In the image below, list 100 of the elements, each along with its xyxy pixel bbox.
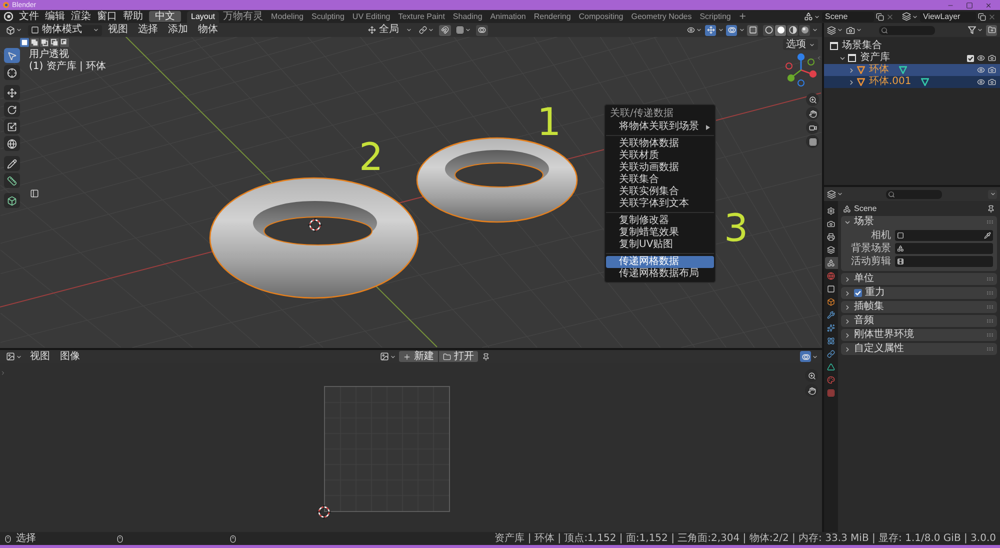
properties-tab[interactable] bbox=[824, 205, 838, 217]
menu-item[interactable]: 将物体关联到场景 bbox=[606, 121, 714, 133]
menu-item[interactable]: 图像 bbox=[56, 351, 84, 362]
navigation-button[interactable] bbox=[806, 93, 819, 106]
navigation-button[interactable] bbox=[806, 107, 819, 120]
copy-icon[interactable] bbox=[978, 12, 986, 20]
eyedropper-icon[interactable] bbox=[984, 232, 991, 239]
tool-button[interactable] bbox=[4, 65, 20, 80]
scene-name-field[interactable]: Scene bbox=[822, 12, 874, 22]
panel-header[interactable]: 自定义属性 bbox=[841, 343, 997, 355]
select-mode-button[interactable] bbox=[20, 38, 29, 46]
select-mode-button[interactable] bbox=[60, 38, 69, 46]
menu-item[interactable]: 关联动画数据 bbox=[606, 162, 714, 174]
workspace-tab[interactable]: Geometry Nodes bbox=[627, 11, 696, 23]
panel-header[interactable]: 单位 bbox=[841, 273, 997, 285]
proportional-edit-button[interactable] bbox=[476, 24, 488, 36]
menu-item[interactable]: 窗口 bbox=[94, 10, 120, 22]
checkbox[interactable] bbox=[854, 289, 862, 297]
object-field[interactable] bbox=[895, 256, 993, 267]
tool-button[interactable] bbox=[4, 136, 20, 151]
menu-item[interactable]: 关联物体数据 bbox=[606, 138, 714, 150]
properties-tab[interactable] bbox=[824, 335, 838, 347]
toggle-button[interactable] bbox=[705, 24, 716, 36]
open-image-button[interactable]: 打开 bbox=[439, 351, 478, 362]
menu-item[interactable]: 关联实例集合 bbox=[606, 186, 714, 198]
menu-item[interactable]: 关联字体到文本 bbox=[606, 198, 714, 210]
snap-button[interactable] bbox=[439, 24, 451, 36]
camera-icon[interactable] bbox=[988, 78, 996, 86]
select-mode-button[interactable] bbox=[50, 38, 59, 46]
image-editor[interactable]: 视图 图像 新建 打开 bbox=[0, 350, 822, 532]
outliner-item[interactable]: 场景集合 bbox=[824, 40, 1000, 52]
overlays-toggle-button[interactable] bbox=[800, 351, 811, 362]
menu-item[interactable]: 渲染 bbox=[68, 10, 94, 22]
properties-tab[interactable] bbox=[824, 309, 838, 321]
properties-tab[interactable] bbox=[824, 348, 838, 360]
orientation-dropdown[interactable]: 全局 bbox=[366, 24, 414, 36]
workspace-tab[interactable]: Sculpting bbox=[308, 11, 348, 23]
menu-item[interactable]: 复制修改器 bbox=[606, 215, 714, 227]
menu-item[interactable]: 关联材质 bbox=[606, 150, 714, 162]
display-mode-button[interactable] bbox=[846, 26, 862, 34]
panel-header[interactable]: 刚体世界环境 bbox=[841, 329, 997, 341]
toggle-button[interactable] bbox=[726, 24, 737, 36]
3d-viewport[interactable]: 物体模式 视图 选择 添加 物体 全局 用户透视 (1) 资产库 | 环体 选项 关联/传递数据 将物体关联到场景 关联物体数据 关联材质 关联动画数据 关联集合 关联实例集合 关联字体到文本 复制修改器 复制蜡笔效果 复制UV贴图 传递网格数据 传递网格数据布局 1 2 3 bbox=[0, 23, 822, 348]
menu-item[interactable]: 帮助 bbox=[120, 10, 146, 22]
options-dropdown[interactable]: 选项 bbox=[783, 39, 818, 50]
tool-button[interactable] bbox=[4, 102, 20, 117]
workspace-tab[interactable]: Shading bbox=[448, 11, 486, 23]
navigation-button[interactable] bbox=[805, 384, 818, 397]
new-image-button[interactable]: 新建 bbox=[399, 351, 438, 362]
select-mode-button[interactable] bbox=[40, 38, 49, 46]
editor-type-button[interactable] bbox=[4, 24, 24, 36]
panel-header[interactable]: 插帧集 bbox=[841, 301, 997, 313]
new-collection-button[interactable] bbox=[986, 24, 997, 36]
axis-gizmo-icon[interactable] bbox=[784, 53, 818, 87]
camera-icon[interactable] bbox=[988, 54, 996, 62]
tool-button[interactable] bbox=[4, 119, 20, 134]
shading-mode-button[interactable] bbox=[787, 24, 798, 36]
tool-button[interactable] bbox=[4, 156, 20, 171]
properties-tab[interactable] bbox=[824, 361, 838, 373]
panel-header[interactable]: 重力 bbox=[841, 287, 997, 299]
workspace-tab[interactable]: UV Editing bbox=[348, 11, 394, 23]
object-field[interactable] bbox=[895, 243, 993, 254]
search-field[interactable] bbox=[886, 190, 942, 198]
properties-tab[interactable] bbox=[824, 244, 838, 256]
select-mode-button[interactable] bbox=[30, 38, 39, 46]
checkbox-icon[interactable] bbox=[967, 54, 974, 62]
eye-icon[interactable] bbox=[977, 54, 985, 62]
navigation-button[interactable] bbox=[806, 121, 819, 134]
view-layer-selector-button[interactable] bbox=[902, 12, 918, 21]
properties-tab[interactable] bbox=[824, 231, 838, 243]
editor-type-button[interactable] bbox=[827, 26, 843, 34]
panel-header[interactable]: 音频 bbox=[841, 315, 997, 327]
workspace-tab[interactable]: 万物有灵 bbox=[219, 11, 268, 23]
panel-toggle-icon[interactable] bbox=[30, 189, 39, 198]
pin-icon[interactable] bbox=[482, 352, 490, 360]
properties-tab[interactable] bbox=[824, 283, 838, 295]
workspace-tab[interactable]: Rendering bbox=[530, 11, 575, 23]
tool-button[interactable] bbox=[4, 48, 20, 63]
workspace-tab[interactable]: Modeling bbox=[267, 11, 308, 23]
workspace-tab[interactable]: Scripting bbox=[696, 11, 735, 23]
workspace-tab[interactable]: Layout bbox=[187, 11, 220, 23]
outliner-item[interactable]: 资产库 bbox=[824, 52, 1000, 64]
visibility-button[interactable] bbox=[686, 24, 703, 36]
toggle-button[interactable] bbox=[747, 24, 758, 36]
menu-item[interactable]: 物体 bbox=[194, 24, 222, 36]
menu-item[interactable]: 选择 bbox=[134, 24, 162, 36]
view-layer-name-field[interactable]: ViewLayer bbox=[920, 12, 976, 22]
menu-item[interactable]: 关联集合 bbox=[606, 174, 714, 186]
close-icon[interactable] bbox=[985, 2, 992, 8]
workspace-tab[interactable]: Compositing bbox=[574, 11, 628, 23]
logo-icon[interactable] bbox=[4, 12, 13, 21]
eye-icon[interactable] bbox=[977, 78, 985, 86]
outliner-item[interactable]: 环体.001 bbox=[824, 76, 1000, 88]
menu-item[interactable]: 传递网格数据 bbox=[606, 256, 714, 268]
object-field[interactable] bbox=[895, 230, 993, 241]
pin-icon[interactable] bbox=[987, 204, 995, 212]
workspace-tab[interactable]: Animation bbox=[486, 11, 530, 23]
pivot-button[interactable] bbox=[417, 24, 436, 36]
editor-type-button[interactable] bbox=[827, 190, 843, 198]
snap-target-button[interactable] bbox=[454, 24, 473, 36]
